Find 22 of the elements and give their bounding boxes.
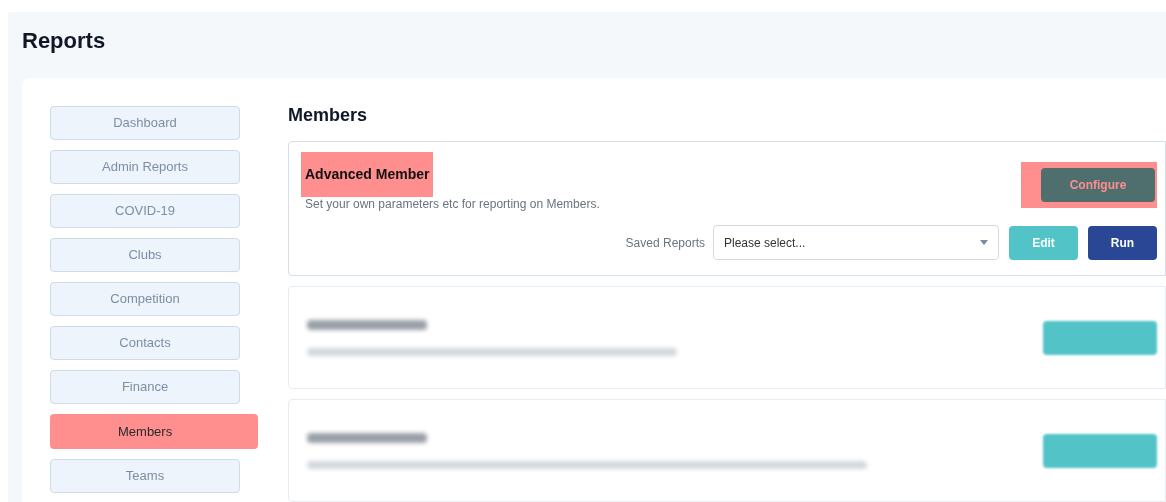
sidebar-item[interactable]: Finance — [50, 370, 240, 404]
sidebar-item[interactable]: Contacts — [50, 326, 240, 360]
caret-icon — [980, 240, 988, 245]
sidebar-item[interactable]: Clubs — [50, 238, 240, 272]
configure-button[interactable]: Configure — [1041, 167, 1155, 202]
blurred-configure-button[interactable] — [1043, 320, 1157, 355]
dropdown-placeholder: Please select... — [724, 234, 806, 252]
sidebar-item[interactable]: Competition — [50, 282, 240, 316]
sidebar-item[interactable]: COVID-19 — [50, 194, 240, 228]
run-button[interactable]: Run — [1088, 225, 1157, 260]
report-title: Advanced Member — [301, 152, 434, 197]
field-label: Saved Reports — [625, 234, 705, 252]
blurred-configure-button[interactable] — [1043, 433, 1157, 468]
sidebar-item[interactable]: Members — [50, 414, 258, 449]
page-title: Reports — [22, 27, 106, 55]
sidebar-item[interactable]: Teams — [50, 459, 240, 493]
report-description: Set your own parameters etc for reporting on Members. — [305, 196, 600, 213]
saved-reports-dropdown[interactable]: Please select... — [713, 225, 999, 260]
sidebar-item[interactable]: Dashboard — [50, 106, 240, 140]
edit-button[interactable]: Edit — [1009, 225, 1078, 260]
sidebar-item[interactable]: Admin Reports — [50, 150, 240, 184]
section-title: Members — [288, 104, 368, 127]
